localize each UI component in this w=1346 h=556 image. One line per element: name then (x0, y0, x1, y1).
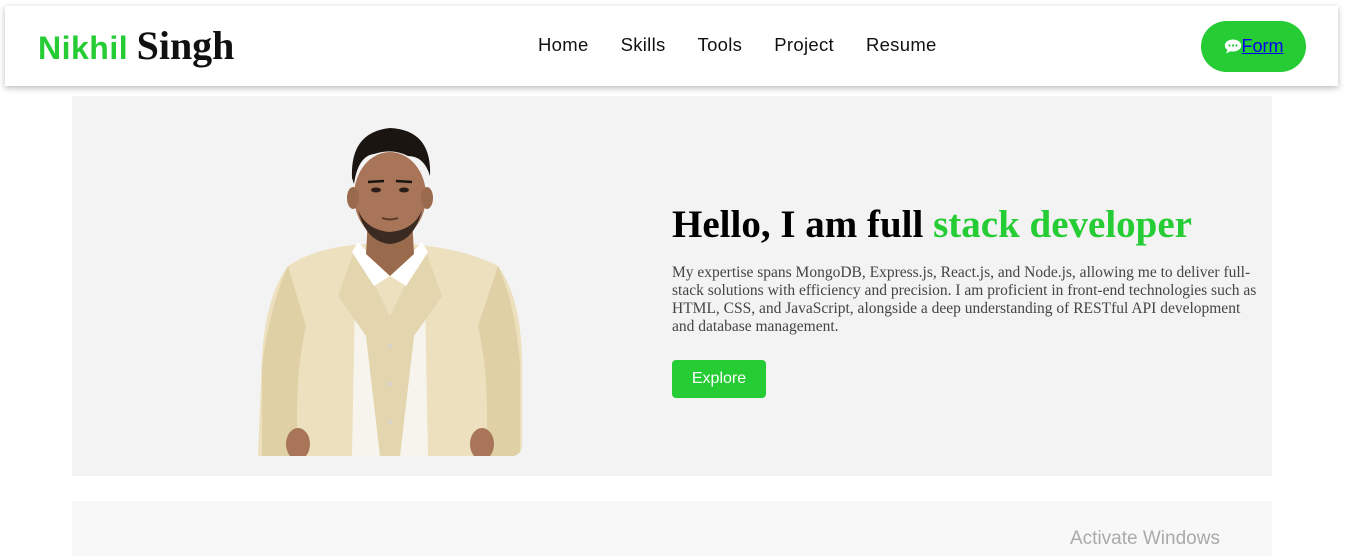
nav-resume[interactable]: Resume (866, 34, 937, 56)
nav-tools[interactable]: Tools (698, 34, 743, 56)
hero-title: Hello, I am full stack developer (672, 202, 1192, 247)
brand-first-name: Nikhil (38, 30, 129, 66)
activate-windows-watermark: Activate Windows (1070, 528, 1220, 549)
brand-last-name: Singh (136, 23, 235, 68)
brand-logo[interactable]: Nikhil Singh (38, 22, 234, 69)
hero-description: My expertise spans MongoDB, Express.js, … (672, 264, 1257, 335)
hero-title-accent: stack developer (933, 203, 1192, 246)
nav-project[interactable]: Project (774, 34, 834, 56)
hero-title-prefix: Hello, I am full (672, 203, 924, 246)
profile-photo (258, 126, 522, 456)
nav-home[interactable]: Home (538, 34, 589, 56)
main-nav: Home Skills Tools Project Resume (538, 34, 969, 56)
navbar: Nikhil Singh Home Skills Tools Project R… (5, 6, 1338, 86)
explore-button[interactable]: Explore (672, 360, 766, 398)
form-link[interactable]: Form (1242, 36, 1284, 57)
chat-bubble-icon (1224, 39, 1241, 54)
form-button[interactable]: Form (1201, 21, 1306, 72)
hero-section: Hello, I am full stack developer My expe… (72, 96, 1272, 476)
nav-skills[interactable]: Skills (621, 34, 666, 56)
